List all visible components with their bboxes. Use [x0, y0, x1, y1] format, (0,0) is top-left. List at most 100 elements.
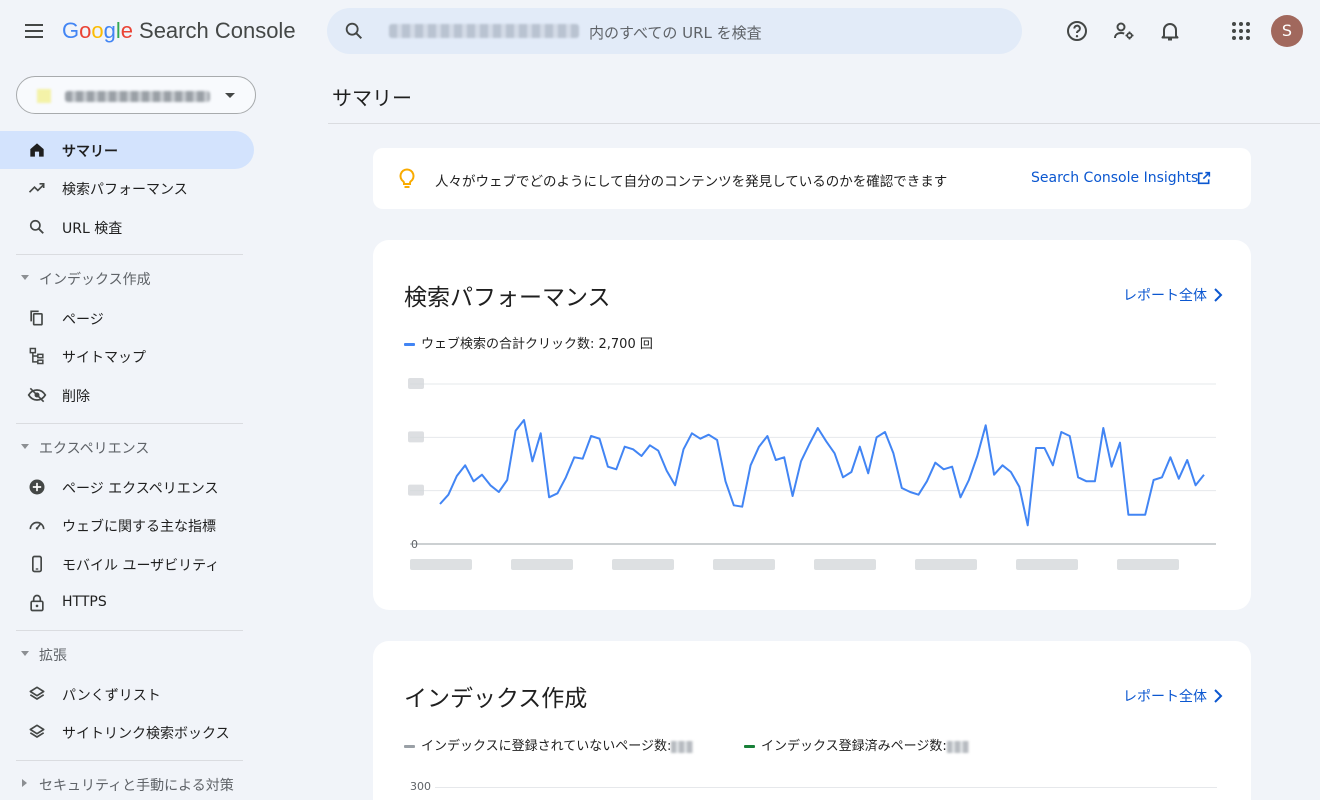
- redacted-value: [946, 740, 969, 753]
- chevron-down-icon: [225, 93, 235, 98]
- page-title: サマリー: [332, 86, 412, 110]
- sidebar-divider: [16, 760, 243, 761]
- y-tick-label: 0: [411, 538, 418, 551]
- x-tick-label-redacted: [1117, 559, 1179, 570]
- sidebar-item-url-inspection[interactable]: URL 検査: [0, 208, 254, 246]
- not-indexed-legend[interactable]: インデックスに登録されていないページ数:: [404, 735, 694, 754]
- sidebar-item-page-experience[interactable]: ページ エクスペリエンス: [0, 468, 254, 506]
- sidebar-item-label: URL 検査: [62, 221, 123, 237]
- smartphone-icon: [32, 555, 42, 573]
- collapse-caret-icon: [21, 651, 29, 656]
- performance-full-report-link[interactable]: レポート全体: [1123, 285, 1207, 305]
- layers-icon: [29, 686, 45, 700]
- gridline: [435, 787, 1217, 788]
- help-icon[interactable]: [1065, 19, 1089, 43]
- search-icon: [345, 22, 363, 40]
- sidebar-item-label: パンくずリスト: [62, 688, 161, 704]
- sidebar-item-label: サイトリンク検索ボックス: [62, 726, 230, 742]
- account-avatar[interactable]: S: [1271, 15, 1303, 47]
- top-bar: Google Search Console 内のすべての URL を検査 S: [0, 0, 1320, 64]
- x-tick-label-redacted: [410, 559, 472, 570]
- chevron-right-icon[interactable]: [1212, 287, 1224, 303]
- open-in-new-icon[interactable]: [1196, 170, 1212, 186]
- redacted-value: [671, 740, 694, 753]
- notifications-bell-icon[interactable]: [1158, 19, 1182, 43]
- sidebar-item-label: サマリー: [62, 144, 118, 160]
- y-tick-label-redacted: [408, 484, 424, 496]
- sidebar-item-label: ウェブに関する主な指標: [62, 519, 216, 535]
- sidebar-divider: [16, 630, 243, 631]
- sidebar-item-label: HTTPS: [62, 594, 107, 610]
- lock-icon: [30, 594, 44, 612]
- sidebar-item-core-web-vitals[interactable]: ウェブに関する主な指標: [0, 506, 254, 544]
- manage-users-icon[interactable]: [1112, 19, 1136, 43]
- speed-gauge-icon: [29, 521, 45, 530]
- sidebar-item-performance[interactable]: 検索パフォーマンス: [0, 169, 254, 207]
- indexing-full-report-link[interactable]: レポート全体: [1123, 686, 1207, 706]
- property-url-redacted: [389, 24, 579, 38]
- y-tick-label: 300: [410, 780, 431, 793]
- sidebar-divider: [16, 254, 243, 255]
- sidebar-section-enhancements[interactable]: 拡張: [0, 640, 254, 670]
- google-apps-icon[interactable]: [1229, 19, 1253, 43]
- title-divider: [328, 123, 1320, 124]
- sidebar-item-label: ページ エクスペリエンス: [62, 481, 219, 497]
- x-tick-label-redacted: [1016, 559, 1078, 570]
- legend-swatch: [744, 745, 755, 748]
- search-placeholder: 内のすべての URL を検査: [589, 24, 762, 42]
- search-icon: [29, 219, 44, 234]
- collapse-caret-icon: [21, 275, 29, 280]
- x-tick-label-redacted: [915, 559, 977, 570]
- sidebar-section-security[interactable]: セキュリティと手動による対策: [0, 770, 254, 800]
- x-tick-label-redacted: [713, 559, 775, 570]
- property-url-redacted: [65, 91, 210, 102]
- sidebar-divider: [16, 423, 243, 424]
- sidebar-item-sitelinks-searchbox[interactable]: サイトリンク検索ボックス: [0, 713, 254, 751]
- property-selector[interactable]: [16, 76, 256, 114]
- sidebar-item-label: ページ: [62, 312, 104, 328]
- collapse-caret-icon: [21, 444, 29, 449]
- add-circle-icon: [29, 479, 45, 495]
- main-menu-button[interactable]: [22, 20, 46, 44]
- sidebar-section-indexing[interactable]: インデックス作成: [0, 264, 254, 294]
- sidebar-item-label: モバイル ユーザビリティ: [62, 558, 220, 574]
- search-console-insights-link[interactable]: Search Console Insights: [1031, 170, 1198, 186]
- sidebar-section-experience[interactable]: エクスペリエンス: [0, 433, 254, 463]
- pages-copy-icon: [30, 310, 43, 326]
- clicks-legend[interactable]: ウェブ検索の合計クリック数: 2,700 回: [404, 333, 653, 352]
- hamburger-icon: [25, 24, 43, 26]
- layers-icon: [29, 724, 45, 738]
- sidebar-item-label: サイトマップ: [62, 350, 146, 366]
- expand-caret-icon: [22, 779, 27, 787]
- y-tick-label-redacted: [408, 378, 424, 389]
- sidebar-item-label: 削除: [62, 389, 90, 405]
- home-icon: [30, 143, 44, 157]
- performance-line-chart[interactable]: 0: [373, 370, 1251, 580]
- indexed-legend[interactable]: インデックス登録済みページ数:: [744, 735, 969, 754]
- search-console-logo[interactable]: Google Search Console: [62, 18, 296, 44]
- sidebar-item-summary[interactable]: サマリー: [0, 131, 254, 169]
- sidebar-item-https[interactable]: HTTPS: [0, 584, 254, 622]
- indexing-title: インデックス作成: [404, 686, 588, 712]
- indexing-card: インデックス作成 レポート全体 インデックスに登録されていないページ数: インデ…: [373, 641, 1251, 800]
- insights-message: 人々がウェブでどのようにして自分のコンテンツを発見しているのかを確認できます: [435, 174, 948, 190]
- lightbulb-icon: [399, 168, 415, 188]
- x-tick-label-redacted: [612, 559, 674, 570]
- sidebar-item-sitemaps[interactable]: サイトマップ: [0, 337, 254, 375]
- visibility-off-icon: [27, 387, 47, 403]
- sidebar-item-removals[interactable]: 削除: [0, 376, 254, 414]
- trending-up-icon: [28, 183, 45, 193]
- performance-title: 検索パフォーマンス: [404, 285, 611, 311]
- performance-card: 検索パフォーマンス レポート全体 ウェブ検索の合計クリック数: 2,700 回 …: [373, 240, 1251, 610]
- sidebar-item-breadcrumbs[interactable]: パンくずリスト: [0, 675, 254, 713]
- sidebar-nav: サマリー 検索パフォーマンス URL 検査 インデックス作成 ページ サイトマッ…: [0, 64, 268, 800]
- chevron-right-icon[interactable]: [1212, 688, 1224, 704]
- insights-banner: 人々がウェブでどのようにして自分のコンテンツを発見しているのかを確認できます S…: [373, 148, 1251, 209]
- legend-swatch: [404, 343, 415, 346]
- sidebar-item-mobile-usability[interactable]: モバイル ユーザビリティ: [0, 545, 254, 583]
- sidebar-item-pages[interactable]: ページ: [0, 299, 254, 337]
- sitemap-icon: [29, 347, 44, 365]
- url-inspection-search-box[interactable]: 内のすべての URL を検査: [327, 8, 1022, 54]
- clicks-series-line[interactable]: [439, 419, 1205, 527]
- legend-swatch: [404, 745, 415, 748]
